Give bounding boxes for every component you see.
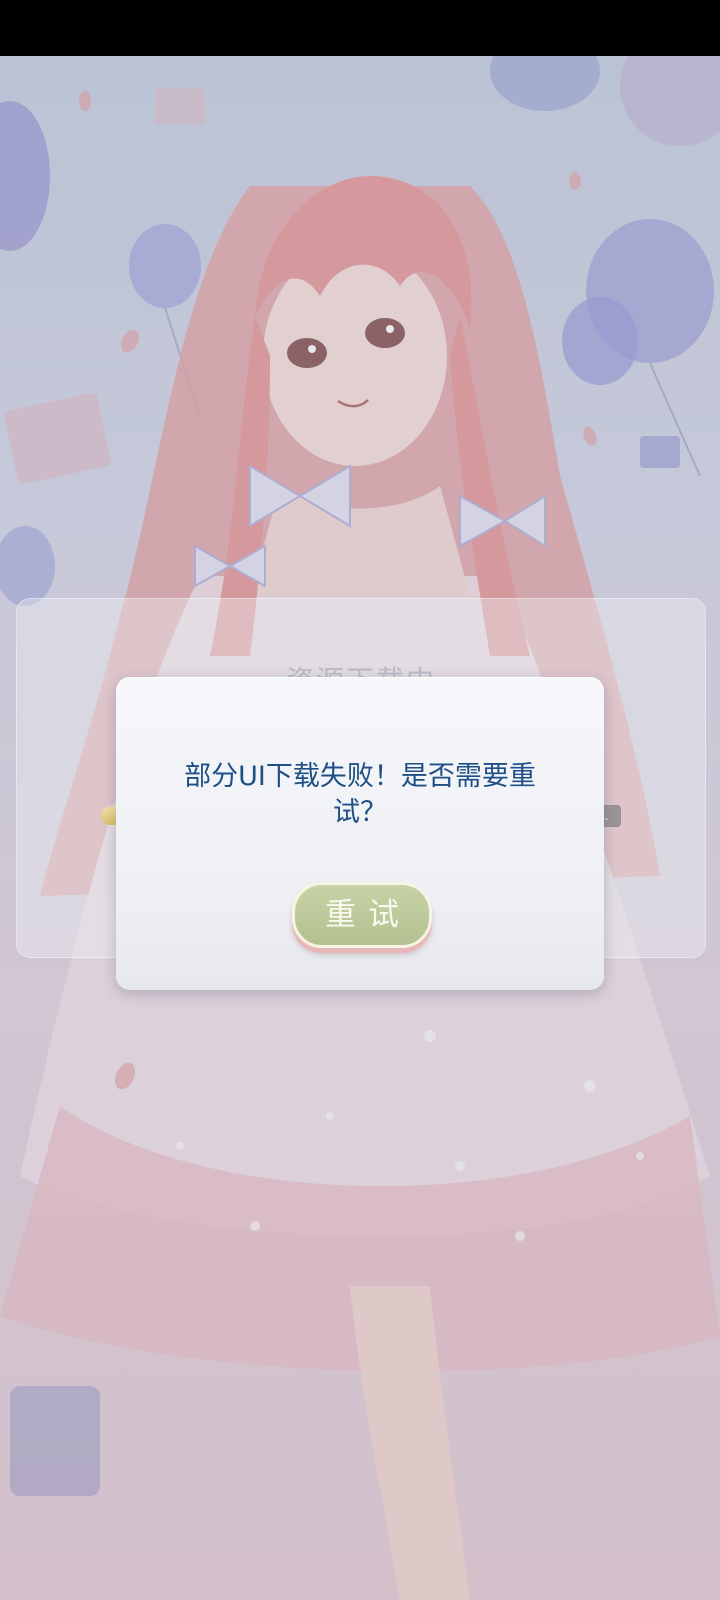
dialog-message: 部分UI下载失败！是否需要重试？ bbox=[184, 761, 536, 828]
status-bar bbox=[0, 0, 720, 56]
retry-button[interactable]: 重试 bbox=[292, 882, 432, 948]
download-failed-dialog: 部分UI下载失败！是否需要重试？ 重试 bbox=[116, 677, 604, 990]
